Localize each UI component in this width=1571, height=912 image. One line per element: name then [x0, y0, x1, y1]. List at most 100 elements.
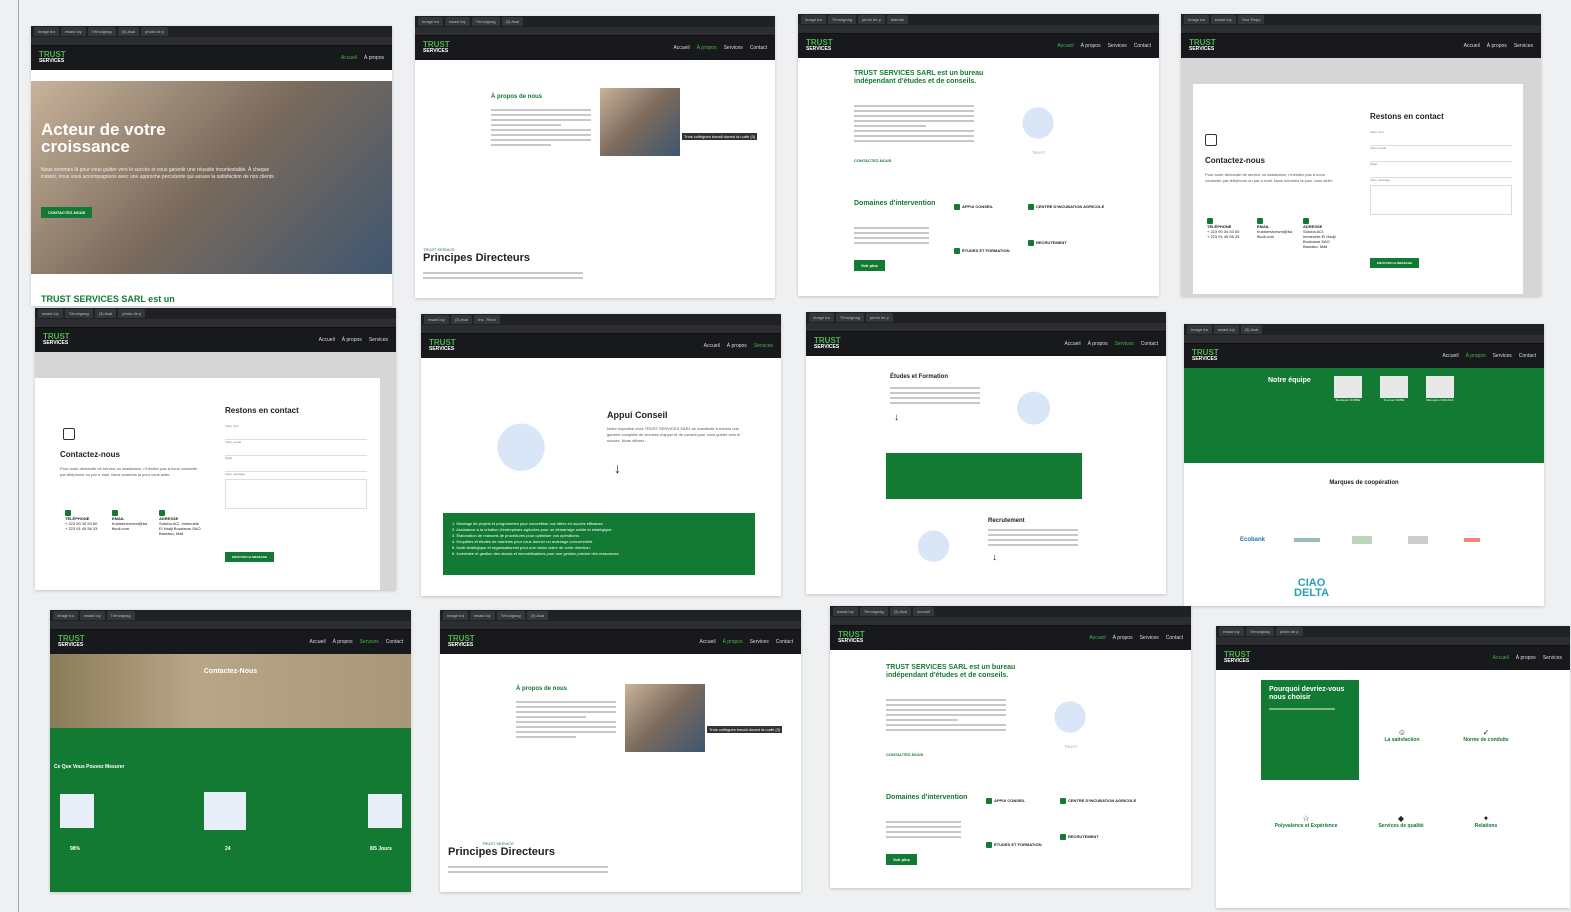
intro-contact-link[interactable]: CONTACTEZ-NOUS: [854, 158, 891, 163]
browser-tabs[interactable]: Image tra ewast loy Témoignag: [50, 610, 411, 621]
domain-incubation[interactable]: CENTRE D'INCUBATION AGRICOLE: [1028, 204, 1104, 210]
subject-input[interactable]: [1370, 169, 1512, 178]
nav-about[interactable]: À propos: [1516, 655, 1536, 661]
nav-contact[interactable]: Contact: [1519, 353, 1536, 359]
nav-home[interactable]: Accueil: [1464, 43, 1480, 49]
browser-tab[interactable]: (3) Asal: [450, 315, 473, 324]
team-member[interactable]: Mamadou DIAKARA: [1426, 376, 1454, 402]
address-bar[interactable]: [421, 325, 781, 334]
team-member[interactable]: Toumani NOBE: [1380, 376, 1408, 402]
email-input[interactable]: [1370, 153, 1512, 162]
site-logo[interactable]: TRUST SERVICES: [423, 41, 450, 55]
nav-about[interactable]: À propos: [333, 639, 353, 645]
browser-tab[interactable]: photo de p: [865, 313, 893, 322]
address-bar[interactable]: [1184, 335, 1544, 344]
nav-about[interactable]: À propos: [1081, 43, 1101, 49]
address-bar[interactable]: [440, 621, 801, 630]
nav-home[interactable]: Accueil: [1493, 655, 1509, 661]
browser-tab[interactable]: Témoignag: [87, 27, 116, 36]
nav-home[interactable]: Accueil: [341, 55, 357, 61]
name-input[interactable]: [1370, 137, 1512, 146]
nav-home[interactable]: Accueil: [319, 337, 335, 343]
site-logo[interactable]: TRUST SERVICES: [814, 337, 841, 351]
nav-contact[interactable]: Contact: [776, 639, 793, 645]
browser-tab[interactable]: (3) Asal: [94, 309, 117, 318]
browser-tab[interactable]: Image tra: [53, 611, 78, 620]
browser-tab[interactable]: Image tra: [801, 15, 826, 24]
subject-input[interactable]: [225, 463, 367, 472]
site-logo[interactable]: TRUST SERVICES: [448, 635, 475, 649]
browser-tab[interactable]: Image tra: [443, 611, 468, 620]
address-bar[interactable]: [798, 25, 1159, 34]
browser-tab[interactable]: ewast loy: [469, 611, 495, 620]
browser-tab[interactable]: (3) Asal: [117, 27, 140, 36]
browser-tab[interactable]: ewast loy: [444, 17, 470, 26]
site-logo[interactable]: TRUST SERVICES: [806, 39, 833, 53]
intro-contact-link[interactable]: CONTACTEZ-NOUS: [886, 752, 923, 757]
nav-services[interactable]: Services: [1514, 43, 1533, 49]
browser-tab[interactable]: photo de p: [118, 309, 146, 318]
nav-contact[interactable]: Contact: [1141, 341, 1158, 347]
browser-tab[interactable]: (3) Asal: [1240, 325, 1263, 334]
nav-services[interactable]: Services: [1140, 635, 1159, 641]
nav-services[interactable]: Services: [1108, 43, 1127, 49]
browser-tabs[interactable]: ewast loy Témoignag (3) Asal photo de p: [35, 308, 396, 319]
domain-etudes[interactable]: ÉTUDES ET FORMATION: [986, 842, 1041, 848]
site-logo[interactable]: TRUST SERVICES: [58, 635, 85, 649]
nav-home[interactable]: Accueil: [1064, 341, 1080, 347]
browser-tab[interactable]: ewast loy: [1210, 15, 1236, 24]
email-input[interactable]: [225, 447, 367, 456]
message-textarea[interactable]: [225, 479, 367, 509]
browser-tab[interactable]: Image tra: [809, 313, 834, 322]
browser-tab[interactable]: (3) Asal: [526, 611, 549, 620]
browser-tab[interactable]: photo de p: [141, 27, 169, 36]
browser-tab[interactable]: ewast loy: [79, 611, 105, 620]
domain-etudes[interactable]: ÉTUDES ET FORMATION: [954, 248, 1009, 254]
browser-tab[interactable]: Témoignag: [106, 611, 135, 620]
address-bar[interactable]: [50, 621, 411, 630]
nav-contact[interactable]: Contact: [386, 639, 403, 645]
nav-about[interactable]: À propos: [723, 639, 743, 645]
browser-tab[interactable]: (3) Asal: [889, 607, 912, 616]
address-bar[interactable]: [830, 617, 1191, 626]
nav-contact[interactable]: Contact: [750, 45, 767, 51]
nav-services[interactable]: Services: [754, 343, 773, 349]
nav-services[interactable]: Services: [369, 337, 388, 343]
nav-home[interactable]: Accueil: [673, 45, 689, 51]
nav-about[interactable]: À propos: [1088, 341, 1108, 347]
browser-tab[interactable]: Témoignag: [64, 309, 93, 318]
domain-appui[interactable]: APPUI CONSEIL: [954, 204, 993, 210]
nav-about[interactable]: À propos: [364, 55, 384, 61]
browser-tabs[interactable]: Image tra ewast loy Your Repo: [1181, 14, 1541, 25]
nav-home[interactable]: Accueil: [1089, 635, 1105, 641]
nav-services[interactable]: Services: [750, 639, 769, 645]
browser-tab[interactable]: Témoignag: [859, 607, 888, 616]
nav-about[interactable]: À propos: [1466, 353, 1486, 359]
site-logo[interactable]: TRUST SERVICES: [1224, 651, 1251, 665]
site-logo[interactable]: TRUST SERVICES: [39, 51, 66, 65]
send-button[interactable]: ENVOYER LE MESSAGE: [225, 552, 275, 562]
nav-contact[interactable]: Contact: [1134, 43, 1151, 49]
site-logo[interactable]: TRUST SERVICES: [1192, 349, 1219, 363]
nav-about[interactable]: À propos: [1113, 635, 1133, 641]
site-logo[interactable]: TRUST SERVICES: [838, 631, 865, 645]
address-bar[interactable]: [35, 319, 396, 328]
message-textarea[interactable]: [1370, 185, 1512, 215]
hero-contact-button[interactable]: CONTACTEZ-NOUS: [41, 207, 93, 218]
nav-about[interactable]: À propos: [342, 337, 362, 343]
browser-tab[interactable]: Image tra: [1184, 15, 1209, 24]
browser-tab[interactable]: (3) Asal: [501, 17, 524, 26]
browser-tabs[interactable]: Image tra Témoignag photo de p batmail: [798, 14, 1159, 25]
browser-tabs[interactable]: ewast loy Témoignag photo de p: [1216, 626, 1570, 637]
browser-tabs[interactable]: Image tra ewast loy Témoignag (3) Asal: [415, 16, 775, 27]
browser-tab[interactable]: ewast loy: [60, 27, 86, 36]
browser-tabs[interactable]: ewast loy (3) Asal tra - Rech: [421, 314, 781, 325]
browser-tab[interactable]: photo de p: [857, 15, 885, 24]
browser-tab[interactable]: batmail: [886, 15, 908, 24]
browser-tabs[interactable]: Image tra ewast loy Témoignag (3) Asal p…: [31, 26, 392, 37]
browser-tabs[interactable]: ewast loy Témoignag (3) Asal Accueil: [830, 606, 1191, 617]
browser-tab[interactable]: Témoignag: [496, 611, 525, 620]
nav-home[interactable]: Accueil: [704, 343, 720, 349]
nav-services[interactable]: Services: [724, 45, 743, 51]
browser-tab[interactable]: Your Repo: [1237, 15, 1265, 24]
